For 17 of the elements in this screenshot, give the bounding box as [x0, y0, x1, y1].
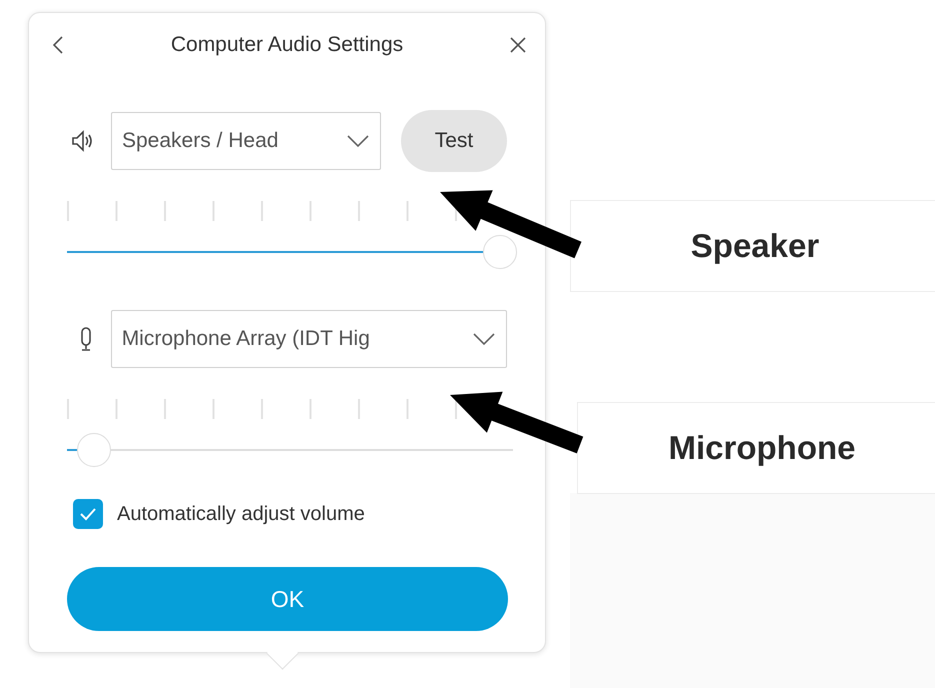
close-icon[interactable]: [509, 36, 527, 54]
test-button[interactable]: Test: [401, 110, 507, 172]
callout-label: Microphone: [668, 429, 856, 467]
device-dropdown[interactable]: Speakers / Head: [111, 112, 381, 170]
dialog-title: Computer Audio Settings: [170, 33, 404, 57]
caret-icon: [346, 134, 370, 148]
checkbox[interactable]: [73, 499, 103, 529]
back-icon[interactable]: [51, 35, 65, 55]
slider-thumb[interactable]: [76, 433, 111, 467]
check-icon: [79, 507, 97, 521]
speaker-icon: [71, 129, 93, 153]
callout-label: Speaker: [690, 227, 820, 265]
caret-icon: [472, 332, 496, 346]
device-dropdown[interactable]: Microphone Array (IDT Hig: [110, 310, 507, 368]
slider-thumb[interactable]: [482, 235, 517, 269]
microphone-icon: [79, 326, 93, 352]
checkbox-label: Automatically adjust volume: [117, 502, 365, 526]
